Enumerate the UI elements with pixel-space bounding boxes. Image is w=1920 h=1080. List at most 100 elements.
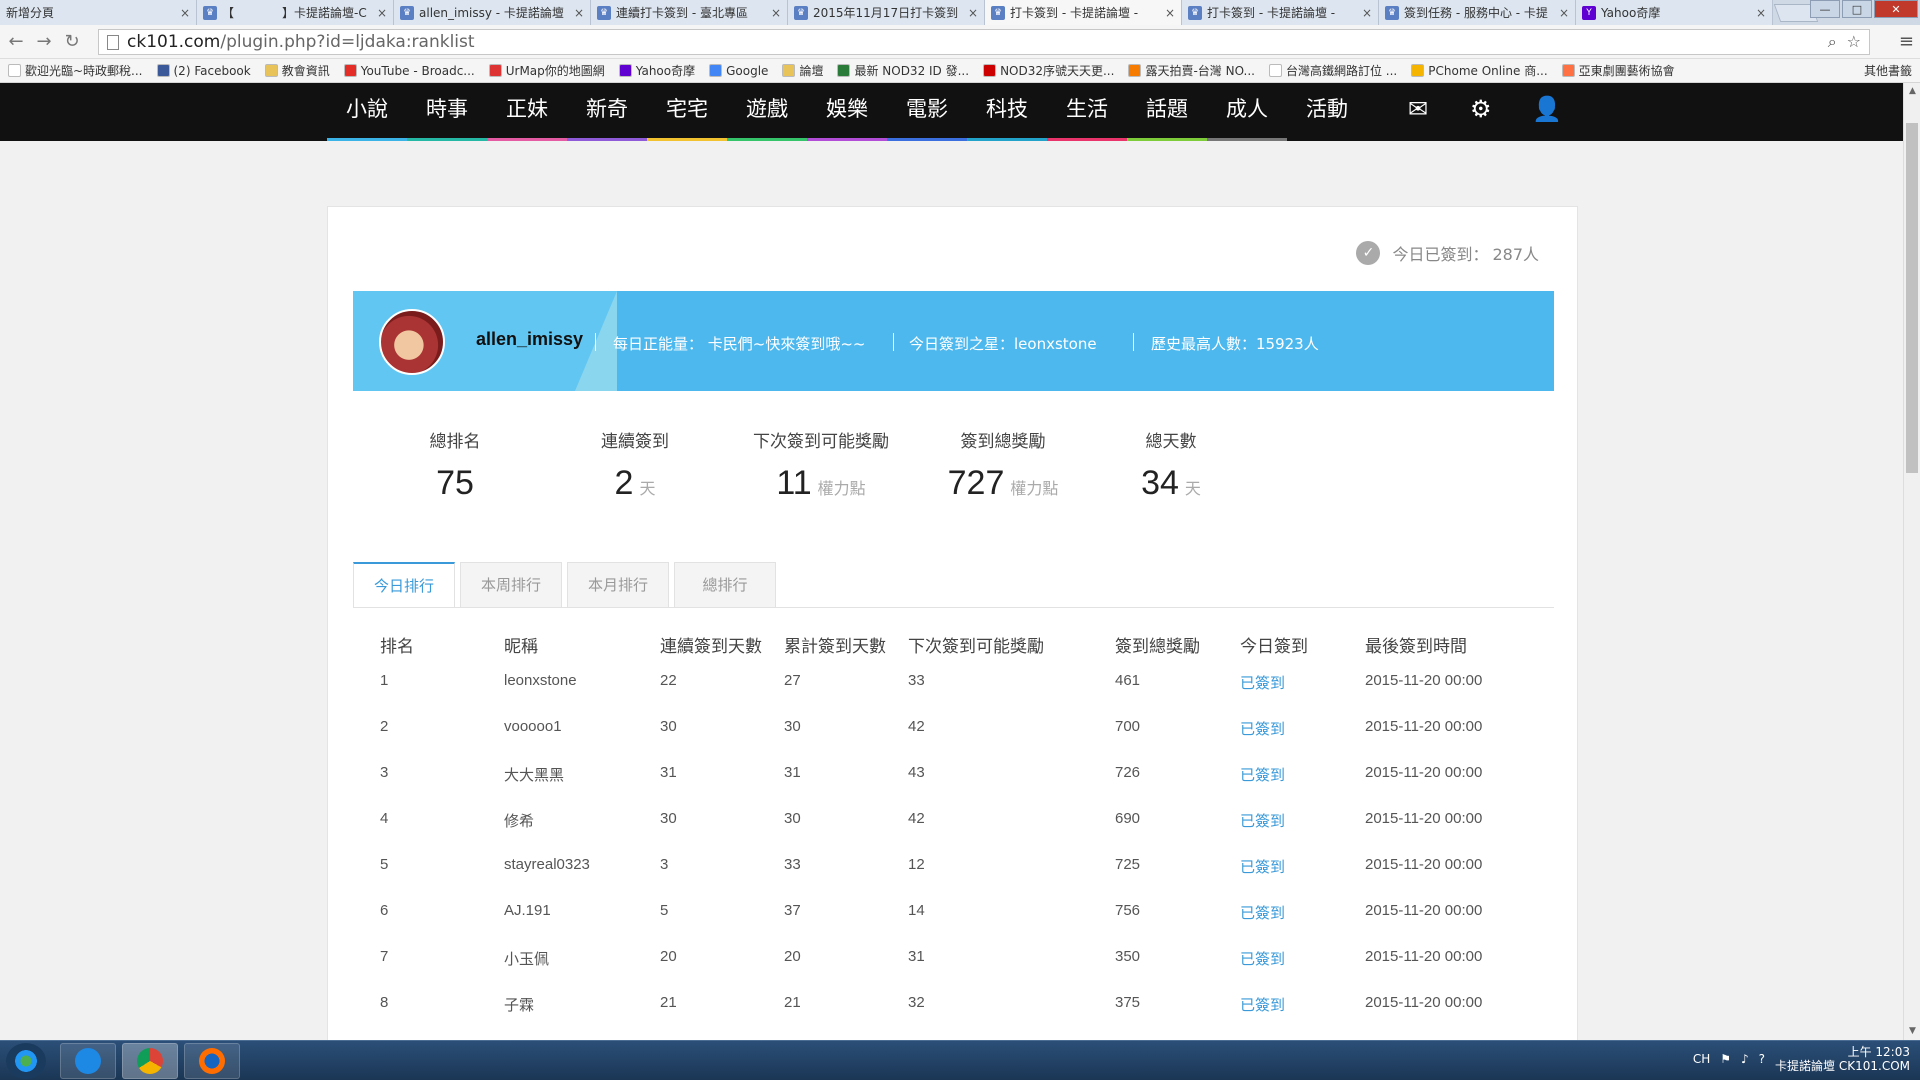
- browser-tab[interactable]: 新增分頁 ×: [0, 0, 197, 25]
- browser-tab[interactable]: ♛ 連續打卡簽到 - 臺北專區 ×: [591, 0, 788, 25]
- close-tab-icon[interactable]: ×: [180, 6, 190, 20]
- mail-icon[interactable]: ✉: [1408, 95, 1428, 123]
- star-icon[interactable]: ☆: [1847, 32, 1861, 52]
- table-cell[interactable]: 子霖: [504, 994, 534, 1015]
- table-cell: 350: [1115, 948, 1141, 965]
- gear-icon[interactable]: ⚙: [1470, 95, 1492, 123]
- tray-help-icon[interactable]: ?: [1759, 1052, 1765, 1066]
- tab-week-rank[interactable]: 本周排行: [460, 562, 562, 608]
- bookmark-item[interactable]: 露天拍賣-台灣 NO...: [1128, 62, 1255, 79]
- status-link[interactable]: 已簽到: [1240, 764, 1285, 785]
- bookmark-item[interactable]: 歡迎光臨~時政郵稅...: [8, 62, 143, 79]
- browser-tab[interactable]: ♛ 【 】卡提諾論壇-C ×: [197, 0, 394, 25]
- tray-flag-icon[interactable]: ⚑: [1720, 1052, 1731, 1066]
- table-cell[interactable]: leonxstone: [504, 672, 577, 689]
- bookmark-icon: [782, 64, 796, 77]
- bookmark-item[interactable]: 論壇: [782, 62, 823, 79]
- close-tab-icon[interactable]: ×: [1362, 6, 1372, 20]
- nav-item[interactable]: 科技: [967, 83, 1047, 141]
- clock[interactable]: 上午 12:03 卡提諾論壇 CK101.COM: [1775, 1045, 1910, 1073]
- nav-item[interactable]: 宅宅: [647, 83, 727, 141]
- nav-item[interactable]: 活動: [1287, 83, 1367, 141]
- scroll-thumb[interactable]: [1906, 123, 1918, 473]
- status-link[interactable]: 已簽到: [1240, 856, 1285, 877]
- bookmark-item[interactable]: UrMap你的地圖網: [488, 62, 605, 79]
- tab-today-rank[interactable]: 今日排行: [353, 562, 455, 608]
- close-tab-icon[interactable]: ×: [771, 6, 781, 20]
- status-link[interactable]: 已簽到: [1240, 902, 1285, 923]
- table-cell[interactable]: 大大黑黑: [504, 764, 564, 785]
- bookmark-item[interactable]: Yahoo奇摩: [618, 62, 695, 79]
- browser-tab[interactable]: ♛ allen_imissy - 卡提諾論壇 ×: [394, 0, 591, 25]
- status-link[interactable]: 已簽到: [1240, 672, 1285, 693]
- tray-volume-icon[interactable]: ♪: [1741, 1052, 1749, 1066]
- status-link[interactable]: 已簽到: [1240, 718, 1285, 739]
- username[interactable]: allen_imissy: [476, 329, 583, 350]
- bookmark-item[interactable]: (2) Facebook: [156, 64, 251, 78]
- firefox-taskbar-button[interactable]: [184, 1043, 240, 1079]
- maximize-button[interactable]: □: [1842, 0, 1872, 18]
- language-indicator[interactable]: CH: [1693, 1052, 1710, 1066]
- nav-item[interactable]: 娛樂: [807, 83, 887, 141]
- minimize-button[interactable]: —: [1810, 0, 1840, 18]
- other-bookmarks[interactable]: 其他書籤: [1864, 62, 1912, 79]
- bookmark-item[interactable]: 教會資訊: [264, 62, 330, 79]
- system-tray: CH ⚑ ♪ ? 上午 12:03 卡提諾論壇 CK101.COM: [1693, 1045, 1910, 1073]
- browser-tab[interactable]: ♛ 打卡簽到 - 卡提諾論壇 - ×: [1182, 0, 1379, 25]
- close-window-button[interactable]: ✕: [1874, 0, 1918, 18]
- table-cell[interactable]: vooooo1: [504, 718, 562, 735]
- nav-item[interactable]: 話題: [1127, 83, 1207, 141]
- bookmark-item[interactable]: YouTube - Broadc...: [343, 64, 475, 78]
- table-cell[interactable]: 修希: [504, 810, 534, 831]
- nav-item[interactable]: 成人: [1207, 83, 1287, 141]
- nav-item[interactable]: 小說: [327, 83, 407, 141]
- browser-tab[interactable]: ♛ 2015年11月17日打卡簽到 ×: [788, 0, 985, 25]
- bookmark-item[interactable]: 亞東劇團藝術協會: [1561, 62, 1675, 79]
- nav-item[interactable]: 遊戲: [727, 83, 807, 141]
- status-link[interactable]: 已簽到: [1240, 948, 1285, 969]
- bookmark-item[interactable]: 台灣高鐵網路訂位 ...: [1268, 62, 1397, 79]
- nav-item[interactable]: 正妹: [487, 83, 567, 141]
- scroll-up-icon[interactable]: ▲: [1904, 83, 1920, 100]
- ie-taskbar-button[interactable]: [60, 1043, 116, 1079]
- reload-icon[interactable]: ↻: [60, 31, 84, 52]
- status-link[interactable]: 已簽到: [1240, 994, 1285, 1015]
- browser-menu-icon[interactable]: ≡: [1899, 31, 1914, 52]
- back-icon[interactable]: ←: [4, 31, 28, 52]
- bookmark-item[interactable]: PChome Online 商...: [1411, 62, 1548, 79]
- table-cell[interactable]: stayreal0323: [504, 856, 590, 873]
- bookmark-item[interactable]: 最新 NOD32 ID 發...: [837, 62, 969, 79]
- nav-item[interactable]: 生活: [1047, 83, 1127, 141]
- nav-item[interactable]: 新奇: [567, 83, 647, 141]
- zoom-icon[interactable]: ⌕: [1828, 32, 1837, 52]
- table-cell[interactable]: AJ.191: [504, 902, 551, 919]
- status-link[interactable]: 已簽到: [1240, 810, 1285, 831]
- bookmark-item[interactable]: NOD32序號天天更...: [983, 62, 1114, 79]
- close-tab-icon[interactable]: ×: [968, 6, 978, 20]
- scroll-down-icon[interactable]: ▼: [1904, 1023, 1920, 1040]
- close-tab-icon[interactable]: ×: [1559, 6, 1569, 20]
- page-scrollbar[interactable]: ▲ ▼: [1903, 83, 1920, 1040]
- close-tab-icon[interactable]: ×: [1165, 6, 1175, 20]
- nav-item-label: 話題: [1146, 97, 1188, 121]
- tab-month-rank[interactable]: 本月排行: [567, 562, 669, 608]
- browser-tab[interactable]: ♛ 簽到任務 - 服務中心 - 卡提 ×: [1379, 0, 1576, 25]
- forward-icon[interactable]: →: [32, 31, 56, 52]
- avatar[interactable]: [379, 309, 445, 375]
- chrome-taskbar-button[interactable]: [122, 1043, 178, 1079]
- tab-total-rank[interactable]: 總排行: [674, 562, 776, 608]
- browser-tab[interactable]: Y Yahoo奇摩 ×: [1576, 0, 1773, 25]
- user-icon[interactable]: 👤: [1532, 95, 1562, 123]
- nav-item[interactable]: 電影: [887, 83, 967, 141]
- close-tab-icon[interactable]: ×: [574, 6, 584, 20]
- tab-title: 新增分頁: [6, 6, 55, 20]
- start-button[interactable]: [6, 1043, 46, 1079]
- tab-title: 打卡簽到 - 卡提諾論壇 -: [1207, 6, 1336, 20]
- close-tab-icon[interactable]: ×: [1756, 6, 1766, 20]
- bookmark-item[interactable]: Google: [709, 64, 768, 78]
- table-cell[interactable]: 小玉佩: [504, 948, 549, 969]
- nav-item[interactable]: 時事: [407, 83, 487, 141]
- url-input[interactable]: ck101.com/plugin.php?id=ljdaka:ranklist …: [98, 29, 1870, 55]
- close-tab-icon[interactable]: ×: [377, 6, 387, 20]
- browser-tab[interactable]: ♛ 打卡簽到 - 卡提諾論壇 - ×: [985, 0, 1182, 25]
